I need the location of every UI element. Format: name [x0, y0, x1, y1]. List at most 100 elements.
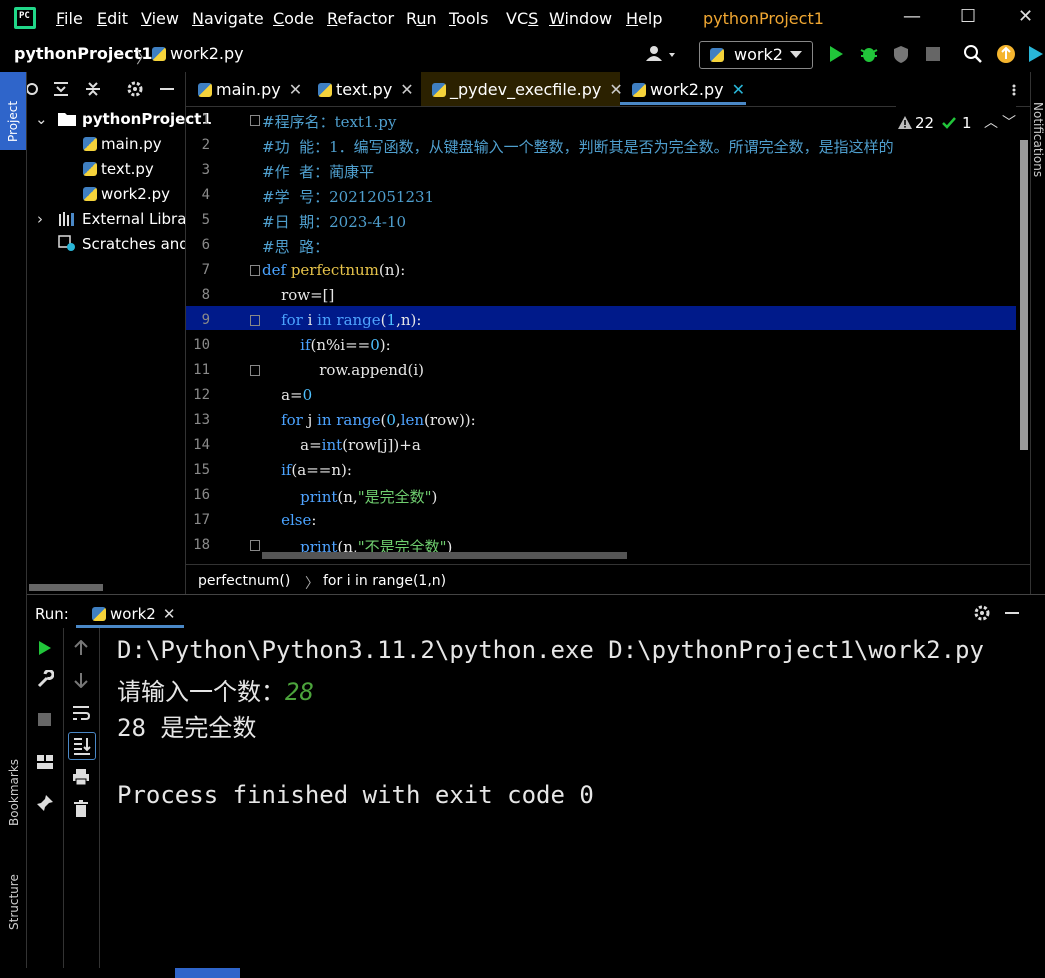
tab-text[interactable]: text.py ✕: [318, 80, 414, 99]
nav-project[interactable]: pythonProject1: [14, 44, 153, 63]
line-number[interactable]: 4: [186, 187, 210, 203]
editor-vscrollbar[interactable]: [1016, 106, 1030, 564]
tree-external-libraries[interactable]: External Libraries: [82, 210, 185, 228]
print-icon[interactable]: [72, 768, 90, 786]
line-number[interactable]: 16: [186, 487, 210, 503]
close-tab-icon[interactable]: ✕: [289, 80, 302, 99]
run-tab-work2[interactable]: work2 ✕: [92, 605, 175, 623]
stop-icon[interactable]: [38, 713, 52, 727]
line-number[interactable]: 12: [186, 387, 210, 403]
maximize-button[interactable]: ☐: [960, 6, 976, 27]
layout-icon[interactable]: [36, 754, 54, 770]
menu-item-navigate[interactable]: Navigate: [192, 9, 264, 28]
run-icon[interactable]: [827, 44, 845, 64]
code-line[interactable]: #程序名：text1.py: [262, 111, 396, 132]
nav-file[interactable]: work2.py: [152, 44, 244, 63]
code-line[interactable]: row=[]: [262, 286, 334, 304]
up-arrow-icon[interactable]: [74, 640, 88, 656]
breadcrumb-loop[interactable]: for i in range(1,n): [323, 573, 446, 589]
code-line[interactable]: a=0: [262, 386, 312, 404]
tree-file[interactable]: text.py: [83, 160, 154, 178]
locate-icon[interactable]: [27, 80, 41, 98]
coverage-icon[interactable]: [891, 44, 911, 64]
user-icon[interactable]: [645, 45, 681, 63]
line-number[interactable]: 5: [186, 212, 210, 228]
editor-hscrollbar[interactable]: [262, 552, 627, 559]
more-vertical-icon[interactable]: [1009, 84, 1019, 96]
close-tab-icon[interactable]: ✕: [732, 80, 745, 99]
code-line[interactable]: #思 路：: [262, 236, 329, 257]
breadcrumb-function[interactable]: perfectnum(): [198, 573, 290, 589]
scroll-thumb[interactable]: [1020, 140, 1028, 450]
line-number[interactable]: 6: [186, 237, 210, 253]
fold-marker-icon[interactable]: [250, 115, 260, 126]
line-number[interactable]: 15: [186, 462, 210, 478]
code-line[interactable]: #作 者：蔺康平: [262, 161, 374, 182]
line-number[interactable]: 18: [186, 537, 210, 553]
hide-panel-icon[interactable]: [1005, 612, 1019, 615]
stop-icon[interactable]: [925, 46, 941, 62]
menu-item-run[interactable]: Run: [406, 9, 437, 28]
line-number[interactable]: 9: [186, 312, 210, 328]
run-console[interactable]: D:\Python\Python3.11.2\python.exe D:\pyt…: [100, 628, 1030, 978]
line-number[interactable]: 11: [186, 362, 210, 378]
tree-collapse-icon[interactable]: ›: [37, 210, 43, 228]
tab-main[interactable]: main.py ✕: [198, 80, 302, 99]
menu-item-code[interactable]: Code: [273, 9, 314, 28]
close-tab-icon[interactable]: ✕: [609, 80, 622, 99]
code-line[interactable]: a=int(row[j])+a: [262, 436, 421, 454]
search-icon[interactable]: [963, 44, 983, 64]
tab-work2[interactable]: work2.py ✕: [632, 80, 745, 99]
code-line[interactable]: #功 能：1．编写函数，从键盘输入一个整数，判断其是否为完全数。所谓完全数，是指…: [262, 136, 894, 157]
collapse-all-icon[interactable]: [84, 80, 102, 98]
line-number[interactable]: 2: [186, 137, 210, 153]
trash-icon[interactable]: [73, 800, 89, 818]
gear-icon[interactable]: [973, 604, 991, 622]
expand-all-icon[interactable]: [52, 80, 70, 98]
status-active-tab[interactable]: [175, 968, 240, 978]
code-line[interactable]: else:: [262, 511, 316, 529]
hide-panel-icon[interactable]: [160, 88, 174, 91]
debug-icon[interactable]: [859, 44, 879, 64]
gear-icon[interactable]: [126, 80, 144, 98]
code-line[interactable]: #学 号：20212051231: [262, 186, 434, 207]
code-line[interactable]: for j in range(0,len(row)):: [262, 411, 476, 429]
previous-highlight-icon[interactable]: ︿: [984, 112, 998, 132]
menu-item-window[interactable]: Window: [549, 9, 612, 28]
fold-marker-icon[interactable]: [250, 265, 260, 276]
tab-pydev-execfile[interactable]: _pydev_execfile.py ✕: [432, 80, 623, 99]
menu-item-file[interactable]: File: [56, 9, 83, 28]
tree-file[interactable]: main.py: [83, 135, 162, 153]
line-number[interactable]: 10: [186, 337, 210, 353]
wrench-icon[interactable]: [36, 670, 54, 688]
menu-item-vcs[interactable]: VCS: [506, 9, 538, 28]
code-with-me-icon[interactable]: [1027, 44, 1045, 64]
menu-item-edit[interactable]: Edit: [97, 9, 128, 28]
menu-item-help[interactable]: Help: [626, 9, 662, 28]
rerun-icon[interactable]: [38, 640, 52, 656]
minimize-button[interactable]: —: [903, 6, 921, 27]
close-run-tab-icon[interactable]: ✕: [163, 605, 176, 623]
fold-marker-icon[interactable]: [250, 365, 260, 376]
code-line[interactable]: if(a==n):: [262, 461, 352, 479]
code-line[interactable]: #日 期：2023-4-10: [262, 211, 406, 232]
close-tab-icon[interactable]: ✕: [400, 80, 413, 99]
fold-marker-icon[interactable]: [250, 315, 260, 326]
soft-wrap-icon[interactable]: [72, 704, 90, 722]
down-arrow-icon[interactable]: [74, 672, 88, 688]
project-hscrollbar[interactable]: [29, 584, 103, 591]
scroll-to-end-button[interactable]: [68, 732, 96, 760]
menu-item-tools[interactable]: Tools: [449, 9, 488, 28]
line-number[interactable]: 8: [186, 287, 210, 303]
menu-item-refactor[interactable]: Refactor: [327, 9, 394, 28]
code-line[interactable]: row.append(i): [262, 361, 424, 379]
tree-scratches[interactable]: Scratches and Consoles: [82, 235, 185, 253]
line-number[interactable]: 14: [186, 437, 210, 453]
line-number[interactable]: 13: [186, 412, 210, 428]
tree-expand-icon[interactable]: ⌄: [35, 110, 48, 128]
code-line[interactable]: print(n,"是完全数"): [262, 486, 437, 507]
line-number[interactable]: 17: [186, 512, 210, 528]
run-config-selector[interactable]: work2: [699, 41, 813, 69]
line-number[interactable]: 7: [186, 262, 210, 278]
code-editor[interactable]: #程序名：text1.py #功 能：1．编写函数，从键盘输入一个整数，判断其是否…: [262, 106, 1016, 564]
